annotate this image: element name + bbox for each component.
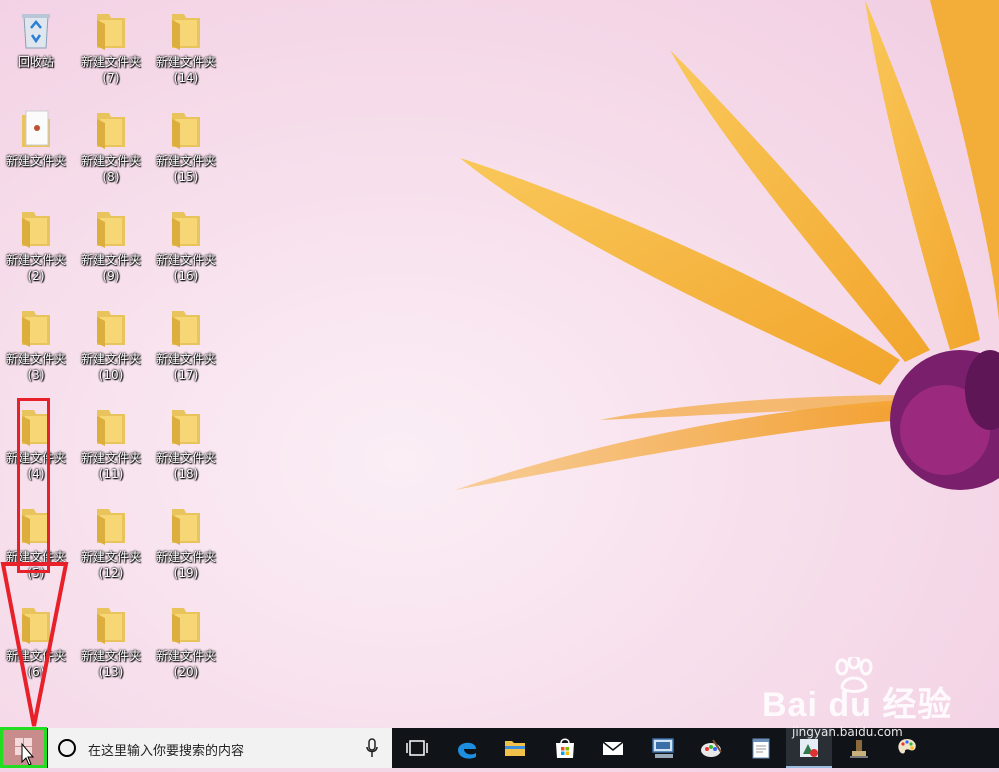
taskbar-app-notepad[interactable] bbox=[738, 728, 784, 768]
folder-icon bbox=[16, 305, 56, 349]
screenshot-app-icon bbox=[800, 739, 818, 757]
desktop-icon-label: 新建文件夹 bbox=[155, 253, 216, 267]
folder-icon bbox=[166, 305, 206, 349]
desktop-icon-folder[interactable]: 新建文件夹 (14) bbox=[150, 0, 222, 90]
taskbar-app-paint[interactable] bbox=[688, 728, 734, 768]
desktop-icon-sublabel: (15) bbox=[173, 170, 199, 184]
annotation-green-highlight bbox=[0, 727, 47, 768]
desktop-icon-sublabel: (17) bbox=[173, 368, 199, 382]
taskbar-app-file-explorer[interactable] bbox=[492, 728, 538, 768]
mail-icon bbox=[602, 741, 624, 755]
recycle-bin-icon bbox=[16, 8, 56, 52]
folder-icon bbox=[91, 107, 131, 151]
desktop-icon-folder[interactable]: 新建文件夹 (20) bbox=[150, 594, 222, 684]
folder-icon bbox=[91, 602, 131, 646]
desktop-icon-label: 新建文件夹 bbox=[80, 154, 141, 168]
desktop-icon-sublabel: (13) bbox=[98, 665, 124, 679]
desktop-icon-sublabel: (12) bbox=[98, 566, 124, 580]
palette-icon bbox=[898, 739, 916, 754]
taskbar-search-box[interactable]: 在这里输入你要搜索的内容 bbox=[48, 728, 392, 768]
desktop-icon-sublabel: (9) bbox=[102, 269, 120, 283]
desktop-icon-folder[interactable]: 新建文件夹 (18) bbox=[150, 396, 222, 486]
folder-icon bbox=[166, 503, 206, 547]
folder-icon bbox=[166, 206, 206, 250]
desktop-icon-sublabel: (18) bbox=[173, 467, 199, 481]
stamp-icon bbox=[850, 740, 868, 758]
store-icon bbox=[556, 738, 574, 758]
desktop-icon-sublabel: (19) bbox=[173, 566, 199, 580]
cortana-icon bbox=[58, 739, 76, 757]
desktop-icon-label: 新建文件夹 bbox=[80, 649, 141, 663]
watermark-text: Bai du 经验 bbox=[762, 686, 953, 724]
desktop-icon-folder[interactable]: 新建文件夹 (2) bbox=[0, 198, 72, 288]
desktop-icon-sublabel: (11) bbox=[98, 467, 124, 481]
paint-icon bbox=[701, 739, 722, 757]
task-view-icon bbox=[406, 740, 428, 756]
desktop-icon-sublabel: (7) bbox=[102, 71, 120, 85]
folder-icon bbox=[166, 404, 206, 448]
notepad-icon bbox=[752, 738, 770, 759]
desktop-icon-label: 新建文件夹 bbox=[155, 352, 216, 366]
desktop-icon-recycle-bin[interactable]: 回收站 bbox=[0, 0, 72, 90]
annotation-red-arrow-icon bbox=[0, 562, 69, 727]
microphone-icon[interactable] bbox=[365, 738, 379, 758]
desktop-icon-folder[interactable]: 新建文件夹 (13) bbox=[75, 594, 147, 684]
desktop-icon-folder[interactable]: 新建文件夹 (9) bbox=[75, 198, 147, 288]
file-explorer-icon bbox=[505, 741, 525, 756]
desktop-icon-label: 新建文件夹 bbox=[5, 154, 66, 168]
desktop-icon-folder[interactable]: 新建文件夹 (8) bbox=[75, 99, 147, 189]
remote-desktop-icon bbox=[652, 738, 674, 758]
desktop-icon-folder[interactable]: 新建文件夹 (3) bbox=[0, 297, 72, 387]
desktop-icon-folder[interactable]: 新建文件夹 (12) bbox=[75, 495, 147, 585]
annotation-red-rectangle bbox=[17, 398, 50, 573]
desktop-icon-label: 新建文件夹 bbox=[155, 649, 216, 663]
folder-icon bbox=[16, 206, 56, 250]
folder-icon bbox=[91, 305, 131, 349]
folder-icon bbox=[91, 8, 131, 52]
folder-icon bbox=[166, 8, 206, 52]
desktop-icon-label: 新建文件夹 bbox=[155, 154, 216, 168]
folder-icon bbox=[166, 107, 206, 151]
desktop-icon-label: 新建文件夹 bbox=[80, 451, 141, 465]
desktop-icon-folder[interactable]: 新建文件夹 (11) bbox=[75, 396, 147, 486]
desktop-icon-label: 新建文件夹 bbox=[155, 550, 216, 564]
desktop-icon-folder[interactable]: 新建文件夹 (7) bbox=[75, 0, 147, 90]
search-placeholder: 在这里输入你要搜索的内容 bbox=[88, 744, 245, 759]
desktop-icon-label: 回收站 bbox=[17, 55, 54, 69]
desktop-icon-folder[interactable]: 新建文件夹 (17) bbox=[150, 297, 222, 387]
desktop-icon-label: 新建文件夹 bbox=[155, 451, 216, 465]
task-view-button[interactable] bbox=[394, 728, 440, 768]
watermark-url: jingyan.baidu.com bbox=[792, 725, 903, 739]
desktop-icon-label: 新建文件夹 bbox=[5, 253, 66, 267]
desktop-icon-label: 新建文件夹 bbox=[5, 352, 66, 366]
document-folder-icon bbox=[16, 107, 56, 151]
desktop-icon-sublabel: (8) bbox=[102, 170, 120, 184]
desktop-icon-sublabel: (2) bbox=[27, 269, 45, 283]
folder-icon bbox=[91, 404, 131, 448]
folder-icon bbox=[166, 602, 206, 646]
desktop-icon-label: 新建文件夹 bbox=[155, 55, 216, 69]
desktop-icon-folder[interactable]: 新建文件夹 (10) bbox=[75, 297, 147, 387]
desktop-icon-sublabel: (14) bbox=[173, 71, 199, 85]
edge-icon bbox=[458, 742, 476, 759]
desktop-icon-folder[interactable]: 新建文件夹 bbox=[0, 99, 72, 189]
desktop-icon-label: 新建文件夹 bbox=[80, 253, 141, 267]
desktop-icon-label: 新建文件夹 bbox=[80, 55, 141, 69]
desktop-icon-folder[interactable]: 新建文件夹 (16) bbox=[150, 198, 222, 288]
desktop-icon-sublabel: (3) bbox=[27, 368, 45, 382]
desktop-icon-sublabel: (10) bbox=[98, 368, 124, 382]
desktop-icon-sublabel: (20) bbox=[173, 665, 199, 679]
taskbar-app-remote-desktop[interactable] bbox=[640, 728, 686, 768]
folder-icon bbox=[91, 206, 131, 250]
desktop-icon-folder[interactable]: 新建文件夹 (15) bbox=[150, 99, 222, 189]
taskbar-app-store[interactable] bbox=[542, 728, 588, 768]
taskbar-app-mail[interactable] bbox=[590, 728, 636, 768]
taskbar-app-edge[interactable] bbox=[444, 728, 490, 768]
desktop-icon-sublabel: (16) bbox=[173, 269, 199, 283]
folder-icon bbox=[91, 503, 131, 547]
desktop-icon-folder[interactable]: 新建文件夹 (19) bbox=[150, 495, 222, 585]
desktop-icon-label: 新建文件夹 bbox=[80, 550, 141, 564]
desktop-icon-label: 新建文件夹 bbox=[80, 352, 141, 366]
